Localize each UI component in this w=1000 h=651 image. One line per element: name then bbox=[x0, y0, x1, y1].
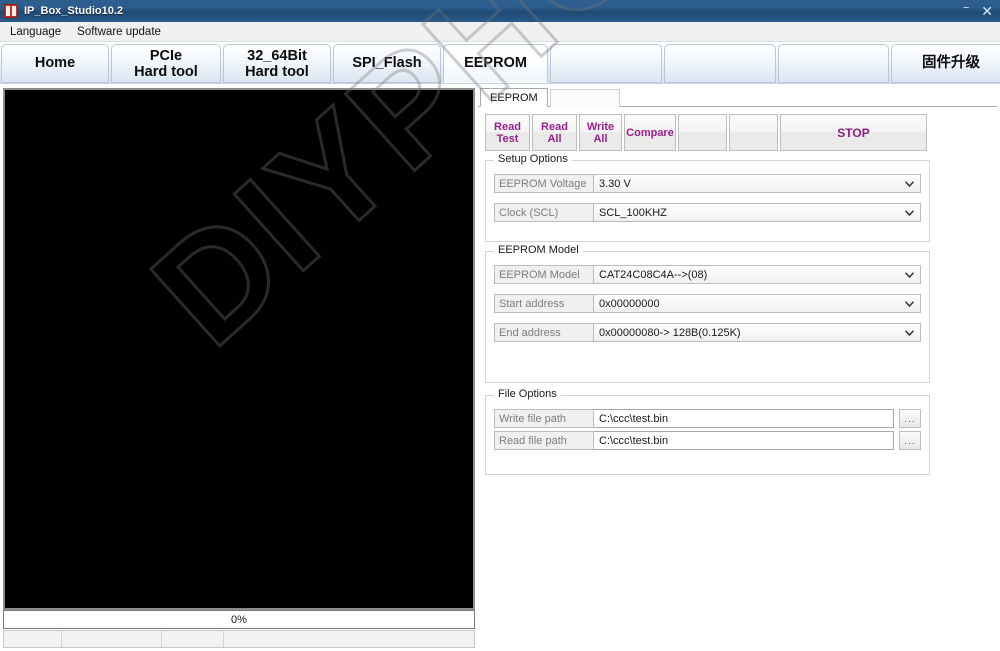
field-end-address-value: 0x00000080-> 128B(0.125K) bbox=[599, 326, 741, 339]
field-start-address-value: 0x00000000 bbox=[599, 297, 660, 310]
write-all-button-label-line2: All bbox=[593, 132, 608, 145]
status-bar-cell-1 bbox=[4, 631, 62, 647]
chevron-down-icon bbox=[905, 329, 914, 336]
field-eeprom-voltage-label: EEPROM Voltage bbox=[494, 174, 594, 193]
compare-button-label: Compare bbox=[626, 126, 674, 139]
write-all-button[interactable]: Write All bbox=[579, 114, 622, 151]
application-window: IP_Box_Studio10.2 − ✕ Language Software … bbox=[0, 0, 1000, 651]
read-test-button-label: Read bbox=[494, 120, 521, 133]
stop-button-label: STOP bbox=[837, 125, 870, 140]
field-end-address: End address 0x00000080-> 128B(0.125K) bbox=[494, 323, 921, 342]
field-read-file-path-label: Read file path bbox=[494, 431, 594, 450]
compare-button[interactable]: Compare bbox=[624, 114, 676, 151]
progress-bar-label: 0% bbox=[231, 613, 247, 626]
read-all-button[interactable]: Read All bbox=[532, 114, 577, 151]
main-tab-label: Home bbox=[34, 55, 76, 71]
write-file-browse-button[interactable]: ... bbox=[899, 409, 921, 428]
eeprom-tab-strip: EEPROM bbox=[478, 88, 997, 107]
field-eeprom-model-value: CAT24C08C4A-->(08) bbox=[599, 268, 708, 281]
field-eeprom-voltage: EEPROM Voltage 3.30 V bbox=[494, 174, 921, 193]
field-write-file-path: Write file path C:\ccc\test.bin ... bbox=[494, 409, 921, 428]
main-tab-label: EEPROM bbox=[464, 55, 527, 71]
main-tab-固件升级[interactable]: 固件升级 bbox=[891, 44, 1000, 83]
main-tab-eeprom[interactable]: EEPROM bbox=[443, 44, 548, 83]
field-eeprom-voltage-value: 3.30 V bbox=[599, 177, 631, 190]
main-tab-blank-6[interactable] bbox=[664, 44, 776, 83]
chevron-down-icon bbox=[905, 209, 914, 216]
minimize-icon[interactable]: − bbox=[957, 0, 975, 19]
read-all-button-label: Read bbox=[541, 120, 568, 133]
blank-button-1[interactable] bbox=[678, 114, 727, 151]
tab-eeprom[interactable]: EEPROM bbox=[480, 88, 548, 107]
field-eeprom-model-combo[interactable]: CAT24C08C4A-->(08) bbox=[594, 265, 921, 284]
chevron-down-icon bbox=[905, 300, 914, 307]
field-eeprom-model-label: EEPROM Model bbox=[494, 265, 594, 284]
file-options-title: File Options bbox=[494, 388, 561, 400]
field-end-address-combo[interactable]: 0x00000080-> 128B(0.125K) bbox=[594, 323, 921, 342]
main-tab-label: SPI_Flash bbox=[352, 55, 422, 71]
status-bar-cell-3 bbox=[162, 631, 224, 647]
status-bar-cell-2 bbox=[62, 631, 162, 647]
eeprom-panel: EEPROM Read Test Read All Write All Compare STO… bbox=[478, 88, 997, 648]
output-console-frame bbox=[3, 88, 475, 610]
menu-item-language[interactable]: Language bbox=[2, 24, 69, 40]
title-bar: IP_Box_Studio10.2 − ✕ bbox=[0, 0, 1000, 22]
status-bar bbox=[3, 630, 475, 648]
setup-options-group: Setup Options EEPROM Voltage 3.30 V Cloc… bbox=[485, 153, 930, 242]
main-tab-label-line2: Hard tool bbox=[245, 63, 309, 80]
read-test-button-label-line2: Test bbox=[496, 132, 519, 145]
progress-bar: 0% bbox=[3, 610, 475, 629]
main-tab-blank-5[interactable] bbox=[550, 44, 662, 83]
main-tab-blank-7[interactable] bbox=[778, 44, 889, 83]
eeprom-model-title: EEPROM Model bbox=[494, 244, 583, 256]
main-tab-home[interactable]: Home bbox=[1, 44, 109, 83]
write-all-button-label: Write bbox=[586, 120, 615, 133]
file-options-group: File Options Write file path C:\ccc\test… bbox=[485, 388, 930, 475]
status-bar-cell-4 bbox=[224, 631, 474, 647]
eeprom-toolbar: Read Test Read All Write All Compare STOP bbox=[485, 114, 929, 151]
field-start-address: Start address 0x00000000 bbox=[494, 294, 921, 313]
write-file-path-input[interactable]: C:\ccc\test.bin bbox=[594, 409, 894, 428]
main-tab-32-64bit-hard-tool[interactable]: 32_64Bit Hard tool bbox=[223, 44, 331, 83]
field-eeprom-model: EEPROM Model CAT24C08C4A-->(08) bbox=[494, 265, 921, 284]
field-clock-scl-value: SCL_100KHZ bbox=[599, 206, 667, 219]
field-read-file-path: Read file path C:\ccc\test.bin ... bbox=[494, 431, 921, 450]
chevron-down-icon bbox=[905, 271, 914, 278]
black-output-console[interactable] bbox=[5, 90, 473, 608]
field-end-address-label: End address bbox=[494, 323, 594, 342]
main-tab-label: 固件升级 bbox=[922, 55, 980, 71]
main-tab-spi-flash[interactable]: SPI_Flash bbox=[333, 44, 441, 83]
field-write-file-path-label: Write file path bbox=[494, 409, 594, 428]
eeprom-tab-filler bbox=[550, 89, 620, 107]
field-eeprom-voltage-combo[interactable]: 3.30 V bbox=[594, 174, 921, 193]
field-clock-scl: Clock (SCL) SCL_100KHZ bbox=[494, 203, 921, 222]
main-tab-label: PCIe bbox=[149, 47, 183, 64]
window-title: IP_Box_Studio10.2 bbox=[24, 5, 124, 17]
blank-button-2[interactable] bbox=[729, 114, 778, 151]
read-file-path-input[interactable]: C:\ccc\test.bin bbox=[594, 431, 894, 450]
main-tab-strip: Home PCIe Hard tool 32_64Bit Hard tool SPI_Fl… bbox=[0, 43, 1000, 84]
field-start-address-combo[interactable]: 0x00000000 bbox=[594, 294, 921, 313]
close-icon[interactable]: ✕ bbox=[975, 0, 1000, 22]
field-start-address-label: Start address bbox=[494, 294, 594, 313]
menu-item-software-update[interactable]: Software update bbox=[69, 24, 169, 40]
read-test-button[interactable]: Read Test bbox=[485, 114, 530, 151]
field-clock-scl-label: Clock (SCL) bbox=[494, 203, 594, 222]
main-tab-pcie-hard-tool[interactable]: PCIe Hard tool bbox=[111, 44, 221, 83]
setup-options-title: Setup Options bbox=[494, 153, 572, 165]
read-file-browse-button[interactable]: ... bbox=[899, 431, 921, 450]
main-tab-label: 32_64Bit bbox=[247, 47, 307, 64]
read-all-button-label-line2: All bbox=[547, 132, 562, 145]
eeprom-model-group: EEPROM Model EEPROM Model CAT24C08C4A-->… bbox=[485, 244, 930, 383]
stop-button[interactable]: STOP bbox=[780, 114, 927, 151]
main-tab-label-line2: Hard tool bbox=[134, 63, 198, 80]
chevron-down-icon bbox=[905, 180, 914, 187]
menu-bar: Language Software update bbox=[0, 22, 1000, 42]
app-icon bbox=[4, 4, 18, 18]
field-clock-scl-combo[interactable]: SCL_100KHZ bbox=[594, 203, 921, 222]
